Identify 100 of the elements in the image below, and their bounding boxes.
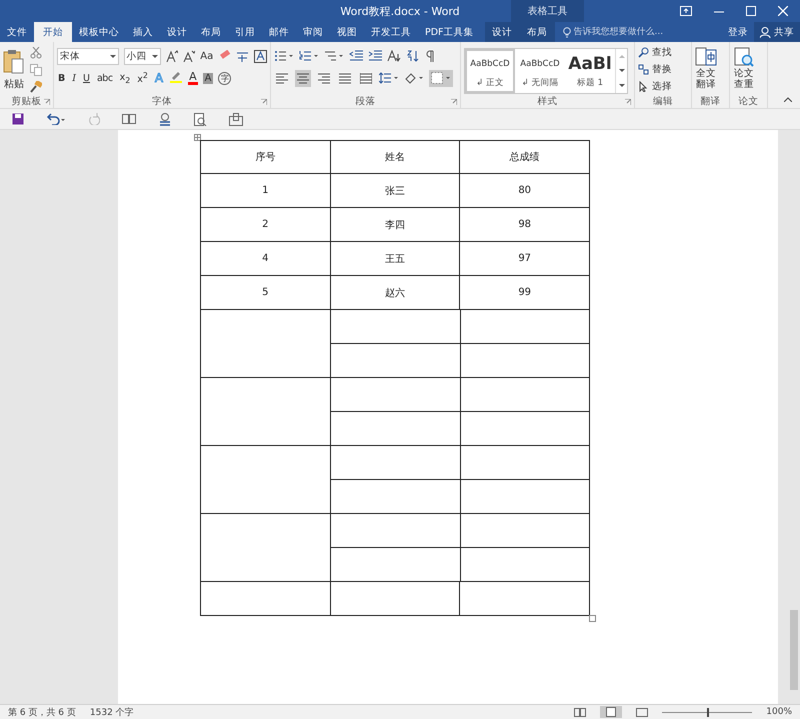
ribbon-tab[interactable]: 开始 (34, 22, 72, 42)
asian-layout-icon[interactable] (387, 50, 401, 62)
sort-icon[interactable] (406, 50, 420, 62)
borders-button[interactable] (429, 70, 453, 86)
person-icon (760, 26, 771, 38)
character-border-icon[interactable] (254, 50, 268, 62)
multilevel-list-icon[interactable] (324, 50, 344, 62)
table-cell: 4 (262, 253, 269, 264)
ribbon-tab[interactable]: 审阅 (296, 22, 330, 42)
ribbon-tab[interactable]: 布局 (523, 22, 552, 42)
dialog-launcher-icon[interactable] (261, 99, 267, 105)
collapse-ribbon-icon[interactable] (784, 97, 792, 102)
table-cell-text: 王五 (385, 252, 405, 266)
ribbon-tab[interactable]: 开发工具 (364, 22, 418, 42)
ribbon-tab[interactable]: 设计 (160, 22, 194, 42)
ribbon-tab[interactable]: 文件 (0, 22, 34, 42)
window-title: Word教程.docx - Word (340, 4, 460, 18)
maximize-icon[interactable] (746, 6, 756, 16)
read-mode-icon[interactable] (122, 113, 136, 125)
ribbon-tab[interactable]: 模板中心 (72, 22, 126, 42)
grow-font-icon[interactable] (166, 50, 178, 62)
editing-button[interactable]: 选择 (638, 79, 688, 94)
font-style-button[interactable]: A (188, 71, 198, 85)
style-name: ↲ 无间隔 (522, 77, 558, 89)
change-case-button[interactable]: Aa (200, 50, 214, 62)
group-label: 编辑 (653, 95, 673, 108)
style-item[interactable]: AaBbCcD ↲ 无间隔 (515, 49, 565, 93)
line-spacing-icon[interactable] (379, 72, 399, 84)
dialog-launcher-icon[interactable] (625, 99, 631, 105)
dialog-launcher-icon[interactable] (451, 99, 457, 105)
highlight-button[interactable] (169, 70, 184, 86)
font-name-field[interactable]: 宋体 (57, 48, 119, 64)
gallery-scroll-buttons[interactable] (615, 49, 627, 93)
table-cell: 80 (518, 185, 532, 196)
group-label: 样式 (538, 95, 558, 108)
ribbon-tab[interactable]: 视图 (330, 22, 364, 42)
ribbon-tab[interactable]: 引用 (228, 22, 262, 42)
plagiarism-check-button[interactable]: 论文查重 (733, 47, 755, 95)
paste-button[interactable]: 粘贴 (3, 49, 25, 91)
style-item[interactable]: AaBl 标题 1 (565, 49, 615, 93)
phonetic-guide-icon[interactable] (236, 50, 250, 62)
table-cell-text: 赵六 (385, 286, 405, 300)
table-resize-handle[interactable] (589, 615, 596, 622)
table-move-handle[interactable] (194, 134, 201, 141)
paragraph-mark-icon[interactable] (425, 50, 435, 62)
cursor-icon (638, 81, 649, 92)
font-style-button[interactable]: 字 (218, 72, 232, 84)
align-button[interactable] (295, 70, 311, 86)
ribbon-tab[interactable]: 设计 (488, 22, 516, 42)
table-cell: 97 (518, 253, 532, 264)
replace-icon (638, 64, 649, 75)
shrink-font-icon[interactable] (183, 50, 196, 62)
format-button[interactable]: abc (96, 72, 114, 84)
editing-button[interactable]: 替换 (638, 62, 688, 77)
zoom-slider-thumb[interactable] (707, 708, 710, 716)
translate-button[interactable]: 全文翻译 (695, 47, 717, 95)
font-style-button[interactable]: A (202, 72, 214, 84)
bullets-icon[interactable] (274, 50, 294, 62)
save-icon[interactable] (12, 113, 24, 125)
style-preview: AaBbCcD (519, 58, 561, 71)
format-button[interactable]: B (57, 72, 66, 84)
group-label: 剪贴板 (12, 95, 42, 108)
ribbon-tab[interactable]: 邮件 (262, 22, 296, 42)
undo-icon[interactable] (46, 113, 66, 125)
editing-button[interactable]: 查找 (638, 45, 688, 60)
login-link[interactable]: 登录 (722, 22, 754, 42)
group-label: 字体 (152, 95, 172, 108)
table-header: 序号 (255, 150, 276, 164)
scissors-icon[interactable] (30, 47, 42, 59)
style-preview: AaBl (568, 54, 612, 74)
style-name: ↲ 正文 (476, 77, 504, 89)
format-button[interactable]: x$^{2}$ (136, 70, 149, 86)
numbering-icon[interactable] (299, 50, 319, 62)
font-size-field[interactable]: 小四 (124, 48, 162, 64)
group-label: 论文 (738, 95, 758, 108)
ribbon-display-icon[interactable] (680, 6, 692, 16)
shading-icon[interactable] (404, 72, 424, 84)
format-painter-icon[interactable] (30, 81, 42, 93)
web-layout-icon[interactable] (636, 708, 648, 716)
table-header: 总成绩 (510, 150, 540, 164)
style-name: 标题 1 (576, 77, 604, 89)
share-button[interactable]: 共享 (754, 22, 800, 42)
format-button[interactable]: x$_{2}$ (118, 72, 132, 84)
close-icon[interactable] (778, 6, 788, 16)
dialog-launcher-icon[interactable] (44, 99, 50, 105)
decrease-indent-icon[interactable] (349, 50, 363, 62)
style-item[interactable]: AaBbCcD ↲ 正文 (465, 49, 515, 93)
format-button[interactable]: I (71, 72, 78, 84)
print-preview-icon[interactable] (194, 112, 207, 126)
ribbon-tab[interactable]: 插入 (126, 22, 160, 42)
table-cell: 98 (518, 219, 532, 230)
ribbon-tab[interactable]: 布局 (194, 22, 228, 42)
search-icon (638, 47, 649, 58)
ribbon-tab[interactable]: PDF工具集 (418, 22, 481, 42)
read-mode-icon[interactable] (574, 708, 586, 716)
format-button[interactable]: U (82, 72, 91, 84)
increase-indent-icon[interactable] (368, 50, 382, 62)
table-cell: 5 (262, 287, 269, 298)
translate-icon (695, 47, 717, 67)
print-layout-icon[interactable] (600, 706, 622, 718)
